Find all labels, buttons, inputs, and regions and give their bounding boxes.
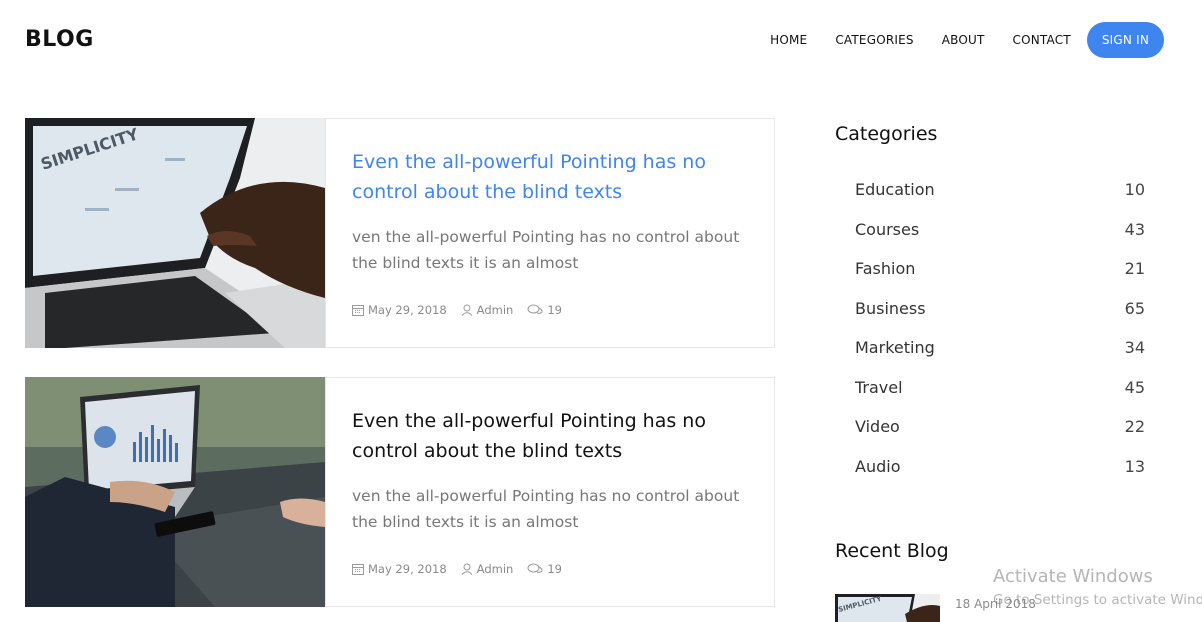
post-author-text: Admin (476, 562, 514, 576)
category-item[interactable]: Education 10 (855, 180, 1145, 220)
recent-post-date: 18 April 2018 (955, 597, 1036, 611)
category-count: 10 (1124, 180, 1145, 199)
post-date-text: May 29, 2018 (368, 303, 447, 317)
category-count: 45 (1124, 377, 1145, 397)
category-name: Travel (855, 377, 903, 397)
post-comments[interactable]: 19 (527, 562, 562, 576)
post-excerpt: ven the all-powerful Pointing has no con… (352, 487, 740, 531)
category-name: Audio (855, 456, 901, 476)
calendar-icon (352, 305, 364, 316)
category-item[interactable]: Business 65 (855, 299, 1145, 339)
category-name: Courses (855, 219, 920, 239)
post-excerpt: ven the all-powerful Pointing has no con… (352, 228, 740, 272)
post-meta: May 29, 2018 Admin 19 (352, 303, 576, 317)
post-comment-count: 19 (547, 562, 562, 576)
post-meta: May 29, 2018 Admin 19 (352, 562, 576, 576)
post-title[interactable]: Even the all-powerful Pointing has no co… (352, 147, 732, 207)
post-author-text: Admin (476, 303, 514, 317)
category-name: Marketing (855, 338, 935, 357)
blog-post-card: SIMPLICITY Even the all-powerful Pointin… (25, 118, 775, 348)
category-item[interactable]: Audio 13 (855, 457, 1145, 497)
sidebar: Categories Education 10 Courses 43 Fashion… (835, 0, 1155, 622)
post-image-laptop-chart[interactable] (25, 377, 325, 607)
category-name: Business (855, 298, 926, 318)
category-item[interactable]: Fashion 21 (855, 259, 1145, 299)
category-count: 65 (1124, 298, 1145, 318)
category-name: Education (855, 180, 935, 199)
category-list: Education 10 Courses 43 Fashion 21 Business… (855, 180, 1145, 496)
category-item[interactable]: Video 22 (855, 417, 1145, 457)
nav-home[interactable]: HOME (770, 33, 807, 47)
category-count: 43 (1124, 219, 1145, 239)
user-icon (461, 563, 473, 575)
recent-post-image[interactable]: SIMPLICITY (835, 594, 940, 622)
post-date[interactable]: May 29, 2018 (352, 562, 447, 576)
chat-icon (527, 304, 543, 314)
category-item[interactable]: Marketing 34 (855, 338, 1145, 378)
post-comment-count: 19 (547, 303, 562, 317)
categories-heading: Categories (835, 123, 938, 145)
category-name: Video (855, 417, 900, 436)
post-body: Even the all-powerful Pointing has no co… (325, 377, 775, 607)
user-icon (461, 304, 473, 316)
post-title[interactable]: Even the all-powerful Pointing has no co… (352, 406, 732, 466)
category-name: Fashion (855, 259, 916, 278)
category-count: 22 (1124, 417, 1145, 436)
post-comments[interactable]: 19 (527, 303, 562, 317)
post-author[interactable]: Admin (461, 562, 514, 576)
blog-post-card: Even the all-powerful Pointing has no co… (25, 377, 775, 607)
post-date-text: May 29, 2018 (368, 562, 447, 576)
site-logo[interactable]: BLOG (25, 27, 94, 52)
category-count: 21 (1124, 259, 1145, 278)
recent-blog-heading: Recent Blog (835, 540, 949, 562)
chat-icon (527, 563, 543, 573)
post-body: Even the all-powerful Pointing has no co… (325, 118, 775, 348)
post-author[interactable]: Admin (461, 303, 514, 317)
category-count: 13 (1124, 456, 1145, 476)
category-count: 34 (1124, 338, 1145, 357)
category-item[interactable]: Travel 45 (855, 378, 1145, 418)
post-date[interactable]: May 29, 2018 (352, 303, 447, 317)
post-image-laptop-typing[interactable]: SIMPLICITY (25, 118, 325, 348)
calendar-icon (352, 564, 364, 575)
category-item[interactable]: Courses 43 (855, 220, 1145, 260)
